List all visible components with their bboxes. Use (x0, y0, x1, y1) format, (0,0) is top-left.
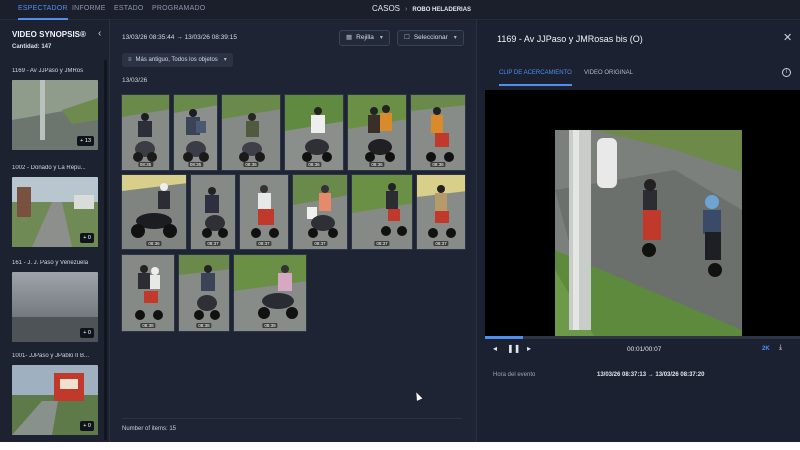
chevron-down-icon: ▾ (379, 35, 383, 41)
synopsis-sidebar: VIDEO SYNOPSIS® Cantidad: 147 ‹ 1169 - A… (0, 20, 110, 442)
object-timestamp: 08:36 (243, 162, 259, 167)
chevron-left-icon[interactable]: ‹ (98, 28, 101, 39)
select-label: Seleccionar (413, 34, 448, 41)
filter-icon: ≡ (128, 57, 132, 63)
download-icon[interactable]: ⤓ (779, 344, 782, 352)
skip-back-icon[interactable]: ◂ (493, 344, 497, 353)
object-timestamp: 08:37 (433, 241, 449, 246)
object-timestamp: 08:37 (205, 241, 221, 246)
object-thumbnail[interactable]: 08:38 (178, 254, 230, 332)
playback-time: 00:01/00:07 (627, 346, 662, 353)
camera-item-label: 161 - J. J. Paso y Venezuela (12, 260, 89, 266)
object-timestamp: 08:38 (196, 323, 212, 328)
video-player[interactable] (485, 90, 800, 338)
camera-item[interactable]: 1169 - Av JJPaso y JMRos + 13 (12, 68, 100, 150)
object-thumbnail[interactable]: 08:36 (121, 174, 187, 250)
info-icon[interactable]: i (782, 68, 791, 77)
breadcrumb-parent[interactable]: CASOS (372, 4, 400, 13)
mouse-cursor (413, 391, 423, 401)
view-mode-label: Rejilla (356, 34, 374, 41)
close-icon[interactable]: ✕ (783, 31, 792, 44)
camera-thumbnail[interactable]: + 13 (12, 80, 98, 150)
grid-icon: ▦ (346, 34, 353, 41)
object-thumbnail[interactable]: 08:37 (292, 174, 348, 250)
object-timestamp: 08:36 (430, 162, 446, 167)
sort-label: Más antiguo, Todos los objetos (135, 57, 218, 63)
camera-item-label: 1169 - Av JJPaso y JMRos (12, 68, 84, 74)
object-thumbnail[interactable]: 08:36 (284, 94, 344, 171)
clip-count-badge: + 0 (80, 328, 94, 338)
clip-count-badge: + 0 (80, 421, 94, 431)
tab-original-video[interactable]: VIDEO ORIGINAL (584, 70, 633, 86)
quality-button[interactable]: 2K (762, 346, 770, 352)
object-thumbnail[interactable]: 08:36 (410, 94, 466, 171)
view-mode-button[interactable]: ▦ Rejilla ▾ (339, 30, 390, 46)
camera-item-label: 1001- JJPaso y JPablo II B... (12, 353, 90, 359)
object-timestamp: 08:35 (137, 162, 154, 167)
object-timestamp: 08:39 (262, 323, 278, 328)
object-timestamp: 08:36 (306, 162, 322, 167)
breadcrumb-separator: › (405, 6, 408, 13)
object-timestamp: 08:35 (187, 162, 204, 167)
clip-count-badge: + 0 (80, 233, 94, 243)
sort-dropdown[interactable]: ≡ Más antiguo, Todos los objetos ▾ (122, 53, 233, 67)
object-thumbnail[interactable]: 08:35 (173, 94, 218, 171)
camera-thumbnail[interactable]: + 0 (12, 365, 98, 435)
checkbox-icon: ☐ (404, 34, 410, 41)
tab-informe[interactable]: INFORME (72, 0, 106, 20)
camera-item[interactable]: 161 - J. J. Paso y Venezuela + 0 (12, 260, 100, 342)
detail-title: 1169 - Av JJPaso y JMRosas bis (O) (497, 34, 643, 44)
object-grid: 08:35 08:35 08:36 08:36 08:36 08:36 08:3… (121, 94, 466, 334)
items-count: Number of items: 15 (122, 426, 177, 432)
object-thumbnail[interactable]: 08:37 (416, 174, 466, 250)
camera-item[interactable]: 1002 - Donado y La Repu... + 0 (12, 165, 100, 247)
object-thumbnail[interactable]: 08:37 (351, 174, 413, 250)
pause-icon[interactable]: ❚❚ (507, 344, 520, 353)
sidebar-title: VIDEO SYNOPSIS® (12, 30, 86, 39)
tab-clip[interactable]: CLIP DE ACERCAMIENTO (499, 70, 572, 86)
object-thumbnail[interactable]: 08:36 (221, 94, 281, 171)
video-frame (555, 130, 742, 338)
progress-fill (485, 336, 523, 339)
chevron-down-icon: ▾ (223, 57, 227, 63)
divider (122, 418, 462, 419)
object-timestamp: 08:36 (146, 241, 162, 246)
event-time-label: Hora del evento (493, 372, 536, 378)
tab-programado[interactable]: PROGRAMADO (152, 0, 205, 20)
detail-panel: 1169 - Av JJPaso y JMRosas bis (O) ✕ CLI… (476, 20, 800, 442)
camera-item-label: 1002 - Donado y La Repu... (12, 165, 86, 171)
camera-thumbnail[interactable]: + 0 (12, 272, 98, 342)
time-range: 13/03/26 08:35:44 → 13/03/26 08:39:15 (122, 34, 237, 41)
object-timestamp: 08:37 (312, 241, 328, 246)
camera-thumbnail[interactable]: + 0 (12, 177, 98, 247)
object-thumbnail[interactable]: 08:38 (121, 254, 175, 332)
results-panel: 13/03/26 08:35:44 → 13/03/26 08:39:15 ▦ R… (110, 20, 476, 442)
sidebar-count: Cantidad: 147 (12, 44, 52, 50)
breadcrumb-current: ROBO HELADERIAS (412, 7, 472, 13)
object-thumbnail[interactable]: 08:37 (239, 174, 289, 250)
object-timestamp: 08:37 (256, 241, 272, 246)
breadcrumb: CASOS › ROBO HELADERIAS (372, 0, 471, 20)
object-thumbnail[interactable]: 08:36 (347, 94, 407, 171)
object-thumbnail[interactable]: 08:35 (121, 94, 170, 171)
camera-item[interactable]: 1001- JJPaso y JPablo II B... + 0 (12, 353, 100, 435)
chevron-down-icon: ▾ (453, 35, 457, 41)
top-bar: ESPECTADOR INFORME ESTADO PROGRAMADO CAS… (0, 0, 800, 20)
select-button[interactable]: ☐ Seleccionar ▾ (397, 30, 464, 46)
playback-progress[interactable] (485, 336, 800, 339)
object-thumbnail[interactable]: 08:39 (233, 254, 307, 332)
clip-count-badge: + 13 (77, 136, 94, 146)
sidebar-scrollbar[interactable] (104, 60, 107, 440)
tab-estado[interactable]: ESTADO (114, 0, 143, 20)
object-timestamp: 08:37 (374, 241, 390, 246)
app-window: ESPECTADOR INFORME ESTADO PROGRAMADO CAS… (0, 0, 800, 442)
date-group-label: 13/03/26 (122, 77, 148, 84)
object-timestamp: 08:36 (369, 162, 385, 167)
skip-forward-icon[interactable]: ▸ (527, 344, 531, 353)
object-thumbnail[interactable]: 08:37 (190, 174, 236, 250)
tab-espectador[interactable]: ESPECTADOR (18, 0, 68, 20)
object-timestamp: 08:38 (140, 323, 156, 328)
event-time-value: 13/03/26 08:37:13 → 13/03/26 08:37:20 (597, 372, 705, 378)
